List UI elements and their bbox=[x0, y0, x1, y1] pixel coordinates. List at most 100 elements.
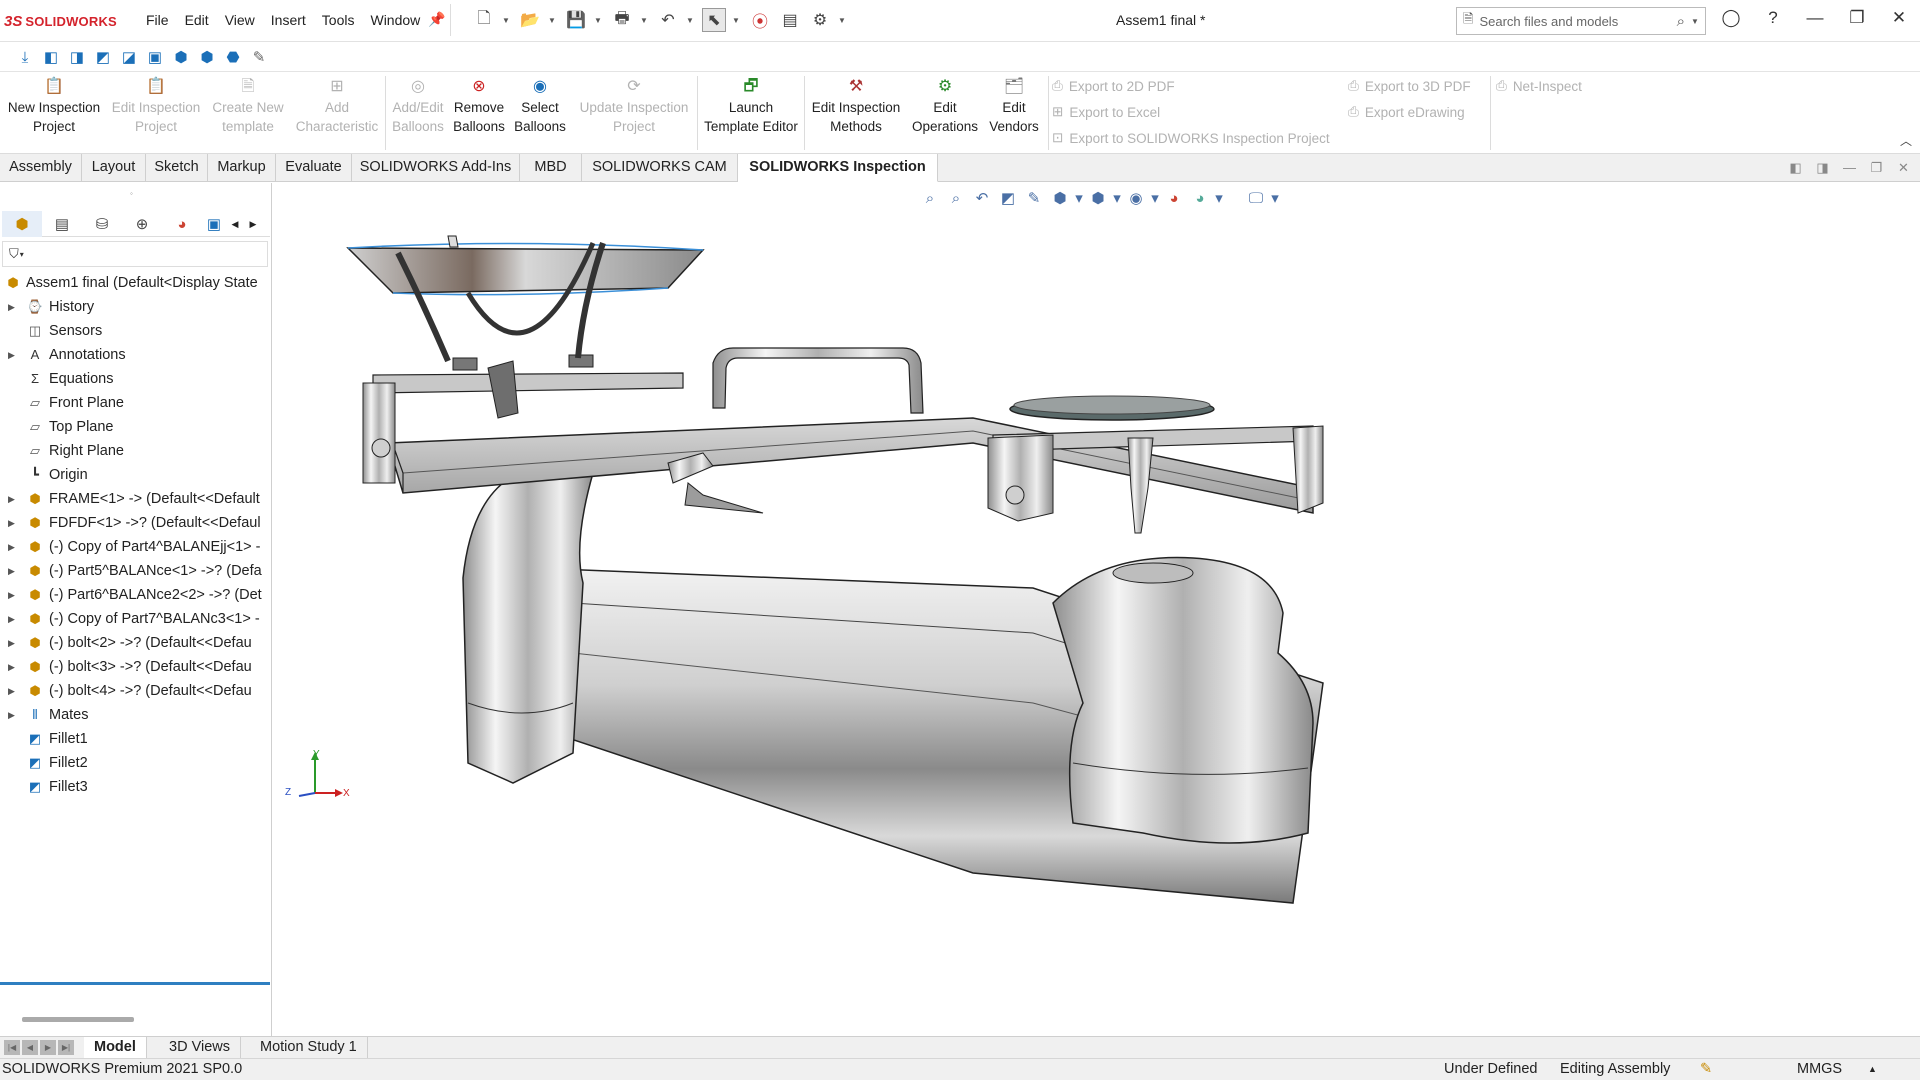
edit-operations-button[interactable]: ⚙ Edit Operations bbox=[908, 78, 982, 136]
tree-item[interactable]: ▶ ⬢ (-) Part6^BALANce2<2> ->? (Det bbox=[0, 583, 272, 607]
tab-3d-views[interactable]: 3D Views bbox=[159, 1037, 241, 1059]
expand-arrow-icon[interactable]: ▶ bbox=[8, 583, 18, 607]
cam-tab-icon[interactable]: ▣ bbox=[202, 211, 226, 237]
expand-arrow-icon[interactable]: ▶ bbox=[8, 631, 18, 655]
tree-item[interactable]: ▱ Right Plane bbox=[0, 439, 272, 463]
new-inspection-project-button[interactable]: 📋 New Inspection Project bbox=[6, 78, 102, 136]
configuration-manager-tab-icon[interactable]: ⛁ bbox=[82, 211, 122, 237]
undo-icon[interactable]: ↶ bbox=[656, 8, 680, 32]
chevron-up-icon[interactable]: ▲ bbox=[1868, 1064, 1877, 1074]
export-3d-pdf-button[interactable]: ⎙ Export to 3D PDF bbox=[1348, 78, 1471, 94]
tree-item[interactable]: ▶ ⬢ FDFDF<1> ->? (Default<<Defaul bbox=[0, 511, 272, 535]
tree-item[interactable]: ▶ A Annotations bbox=[0, 343, 272, 367]
edit-vendors-button[interactable]: 🗂 Edit Vendors bbox=[984, 78, 1044, 136]
panel-splitter-handle[interactable]: ◦ bbox=[130, 189, 133, 198]
measure-icon[interactable]: ✎ bbox=[248, 46, 270, 68]
search-icon[interactable]: ⌕ bbox=[1677, 13, 1685, 30]
tree-item[interactable]: ▶ ⬢ (-) bolt<4> ->? (Default<<Defau bbox=[0, 679, 272, 703]
tree-item[interactable]: ▱ Front Plane bbox=[0, 391, 272, 415]
chevron-down-icon[interactable]: ▼ bbox=[838, 16, 848, 25]
menu-tools[interactable]: Tools bbox=[314, 12, 363, 28]
tree-item[interactable]: ▶ ⌚ History bbox=[0, 295, 272, 319]
tree-item[interactable]: ▶ ⬢ (-) bolt<2> ->? (Default<<Defau bbox=[0, 631, 272, 655]
expand-arrow-icon[interactable]: ▶ bbox=[8, 535, 18, 559]
tab-evaluate[interactable]: Evaluate bbox=[276, 154, 352, 182]
menu-view[interactable]: View bbox=[217, 12, 263, 28]
add-edit-balloons-button[interactable]: ◎ Add/Edit Balloons bbox=[388, 78, 448, 136]
tree-item[interactable]: Σ Equations bbox=[0, 367, 272, 391]
file-properties-icon[interactable]: ▤ bbox=[778, 8, 802, 32]
tree-item[interactable]: ◩ Fillet1 bbox=[0, 727, 272, 751]
close-icon[interactable]: ✕ bbox=[1878, 8, 1920, 28]
add-characteristic-button[interactable]: ⊞ Add Characteristic bbox=[292, 78, 382, 136]
tree-item[interactable]: ▶ ⬢ (-) Copy of Part7^BALANc3<1> - bbox=[0, 607, 272, 631]
tab-solidworks-inspection[interactable]: SOLIDWORKS Inspection bbox=[738, 154, 938, 182]
tile-left-icon[interactable]: ◧ bbox=[1782, 160, 1809, 176]
tree-item[interactable]: ◩ Fillet3 bbox=[0, 775, 272, 799]
export-sw-inspection-button[interactable]: ⊡ Export to SOLIDWORKS Inspection Project bbox=[1052, 130, 1330, 146]
tree-item[interactable]: ◫ Sensors bbox=[0, 319, 272, 343]
doc-close-icon[interactable]: ✕ bbox=[1890, 160, 1917, 176]
rebuild-icon[interactable]: ✎ bbox=[1700, 1061, 1712, 1077]
tab-solidworks-add-ins[interactable]: SOLIDWORKS Add-Ins bbox=[352, 154, 520, 182]
create-new-template-button[interactable]: 🗎 Create New template bbox=[206, 78, 290, 136]
tree-item[interactable]: ▶ ⬢ (-) Part5^BALANce<1> ->? (Defa bbox=[0, 559, 272, 583]
open-folder-icon[interactable]: 📂 bbox=[518, 8, 542, 32]
new-document-icon[interactable]: 🗋 bbox=[472, 8, 496, 32]
tab-assembly[interactable]: Assembly bbox=[0, 154, 82, 182]
restore-icon[interactable]: ❐ bbox=[1836, 8, 1878, 28]
insert-component-icon[interactable]: ⤓ bbox=[14, 46, 36, 68]
update-inspection-project-button[interactable]: ⟳ Update Inspection Project bbox=[576, 78, 692, 136]
menu-window[interactable]: Window bbox=[362, 12, 428, 28]
dimxpert-tab-icon[interactable]: ⊕ bbox=[122, 211, 162, 237]
panel-horizontal-scrollbar[interactable] bbox=[22, 1017, 134, 1022]
expand-arrow-icon[interactable]: ▶ bbox=[8, 655, 18, 679]
tree-item[interactable]: ┗ Origin bbox=[0, 463, 272, 487]
expand-arrow-icon[interactable]: ▶ bbox=[8, 607, 18, 631]
view-left-icon[interactable]: ◩ bbox=[92, 46, 114, 68]
tree-filter[interactable]: ⛉ ▾ bbox=[2, 241, 268, 267]
expand-arrow-icon[interactable]: ▶ bbox=[8, 295, 18, 319]
menu-insert[interactable]: Insert bbox=[263, 12, 314, 28]
expand-arrow-icon[interactable]: ▶ bbox=[8, 511, 18, 535]
chevron-down-icon[interactable]: ▼ bbox=[594, 16, 604, 25]
tree-item[interactable]: ▶ ⫴ Mates bbox=[0, 703, 272, 727]
tree-item[interactable]: ▶ ⬢ FRAME<1> -> (Default<<Default bbox=[0, 487, 272, 511]
tree-rollback-bar[interactable] bbox=[0, 982, 270, 985]
edit-inspection-methods-button[interactable]: ⚒ Edit Inspection Methods bbox=[808, 78, 904, 136]
chevron-down-icon[interactable]: ▼ bbox=[640, 16, 650, 25]
remove-balloons-button[interactable]: ⊗ Remove Balloons bbox=[450, 78, 508, 136]
view-back-icon[interactable]: ◨ bbox=[66, 46, 88, 68]
export-2d-pdf-button[interactable]: ⎙ Export to 2D PDF bbox=[1052, 78, 1175, 94]
last-tab-icon[interactable]: ▶| bbox=[58, 1040, 74, 1055]
pin-icon[interactable]: 📌 bbox=[428, 11, 445, 28]
tab-mbd[interactable]: MBD bbox=[520, 154, 582, 182]
view-top-icon[interactable]: ▣ bbox=[144, 46, 166, 68]
export-excel-button[interactable]: ⊞ Export to Excel bbox=[1052, 104, 1160, 120]
tree-item[interactable]: ▶ ⬢ (-) Copy of Part4^BALANEjj<1> - bbox=[0, 535, 272, 559]
edit-inspection-project-button[interactable]: 📋 Edit Inspection Project bbox=[108, 78, 204, 136]
tree-item[interactable]: ◩ Fillet2 bbox=[0, 751, 272, 775]
chevron-down-icon[interactable]: ▼ bbox=[502, 16, 512, 25]
tree-item[interactable]: ▱ Top Plane bbox=[0, 415, 272, 439]
tree-item[interactable]: ▶ ⬢ (-) bolt<3> ->? (Default<<Defau bbox=[0, 655, 272, 679]
chevron-down-icon[interactable]: ▼ bbox=[686, 16, 696, 25]
chevron-down-icon[interactable]: ▼ bbox=[548, 16, 558, 25]
net-inspect-button[interactable]: ⎙ Net-Inspect bbox=[1496, 78, 1582, 94]
expand-arrow-icon[interactable]: ▶ bbox=[8, 679, 18, 703]
expand-arrow-icon[interactable]: ▶ bbox=[8, 703, 18, 727]
collapse-ribbon-icon[interactable]: ︿ bbox=[1900, 132, 1912, 149]
help-icon[interactable]: ? bbox=[1752, 8, 1794, 28]
scroll-right-icon[interactable]: ▶ bbox=[244, 211, 262, 237]
tab-layout[interactable]: Layout bbox=[82, 154, 146, 182]
expand-arrow-icon[interactable]: ▶ bbox=[8, 559, 18, 583]
tree-root[interactable]: ⬢ Assem1 final (Default<Display State bbox=[0, 271, 272, 295]
unit-system[interactable]: MMGS bbox=[1797, 1061, 1842, 1077]
balance-scale-model[interactable] bbox=[273, 183, 1920, 1036]
view-front-icon[interactable]: ◧ bbox=[40, 46, 62, 68]
tab-markup[interactable]: Markup bbox=[208, 154, 276, 182]
menu-file[interactable]: File bbox=[138, 12, 177, 28]
view-right-icon[interactable]: ◪ bbox=[118, 46, 140, 68]
view-isometric-icon[interactable]: ⬢ bbox=[196, 46, 218, 68]
first-tab-icon[interactable]: |◀ bbox=[4, 1040, 20, 1055]
